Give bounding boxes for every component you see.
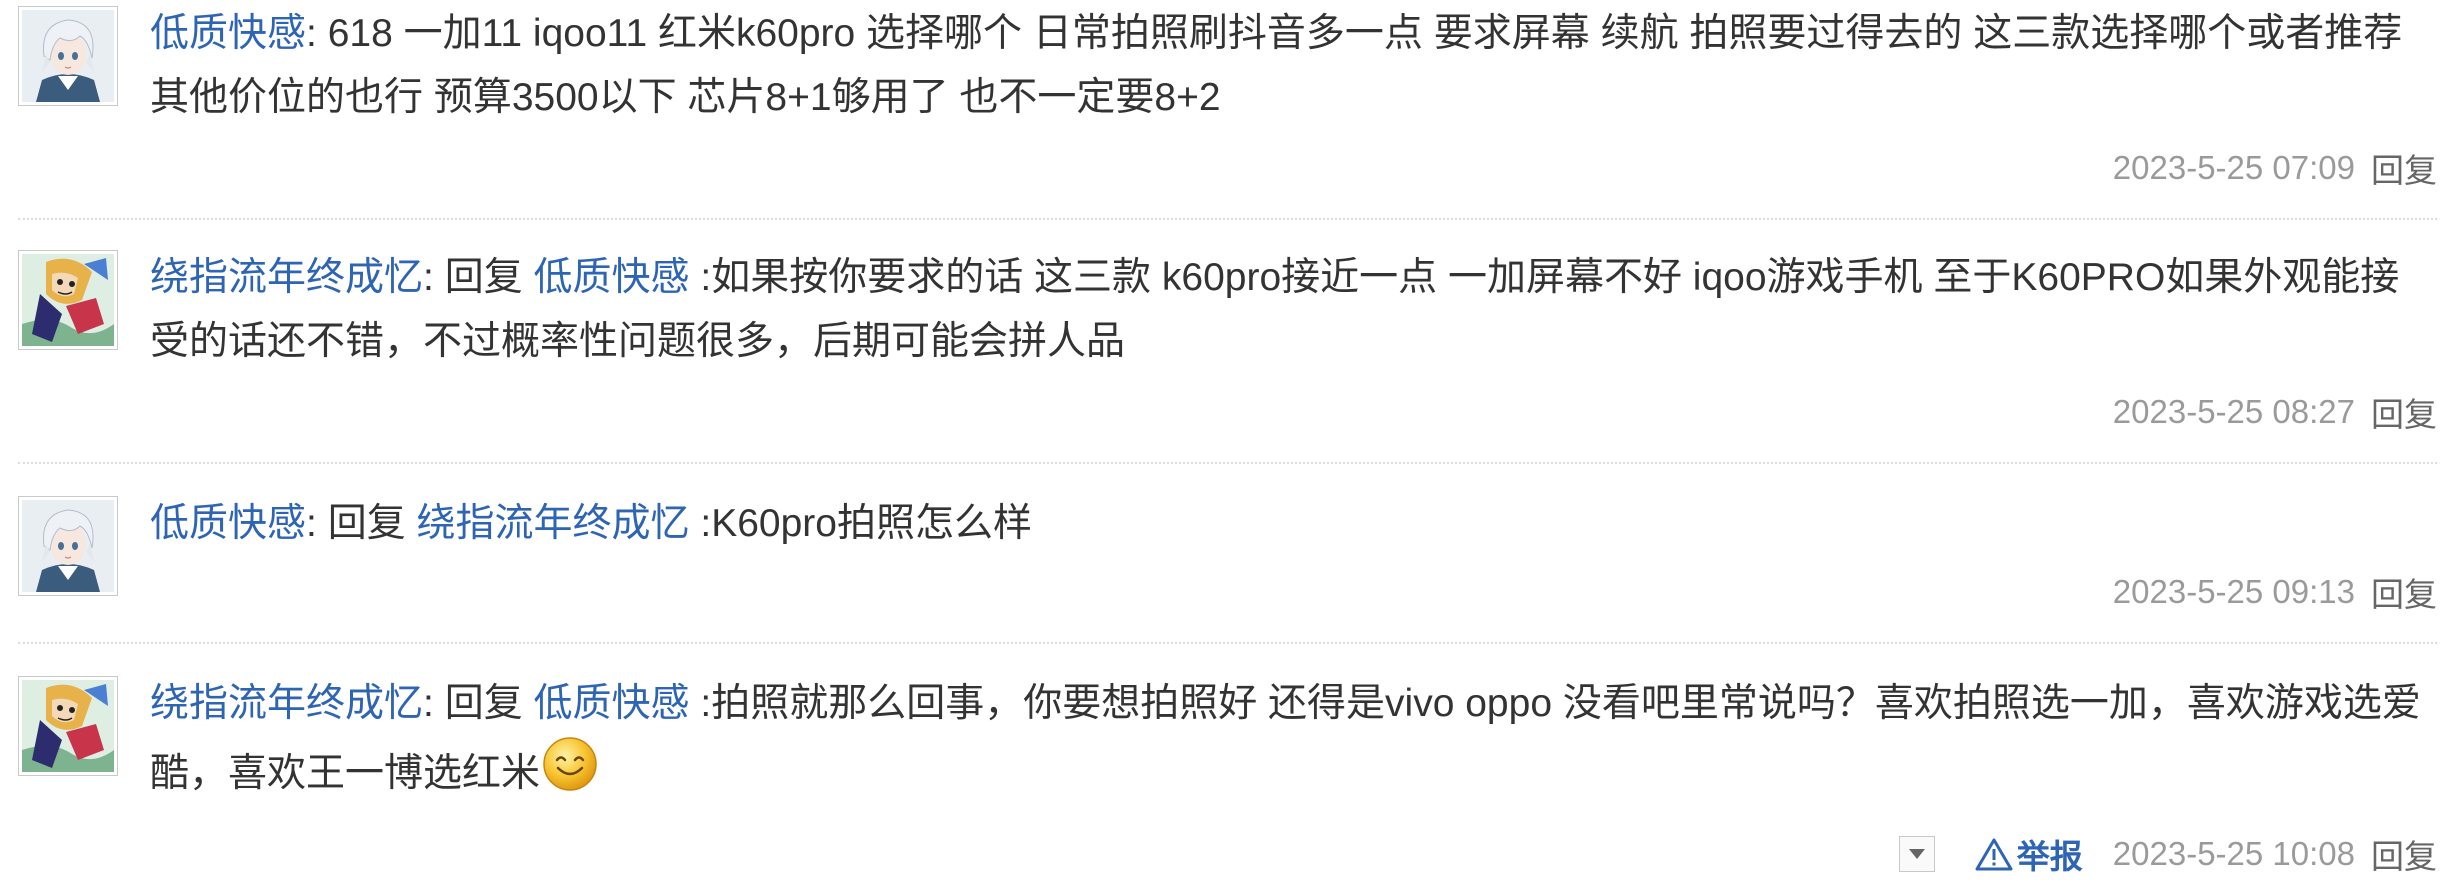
avatar-anime-white-hair-icon: [22, 10, 114, 102]
reply-target-link[interactable]: 低质快感: [534, 682, 690, 725]
colon: :: [306, 502, 317, 545]
reply-button[interactable]: 回复: [2371, 568, 2437, 616]
avatar[interactable]: [18, 6, 118, 106]
reply-button[interactable]: 回复: [2371, 388, 2437, 436]
username-link[interactable]: 低质快感: [150, 502, 306, 545]
timestamp: 2023-5-25 09:13: [2112, 573, 2355, 610]
timestamp: 2023-5-25 10:08: [2112, 835, 2355, 872]
avatar[interactable]: [18, 496, 118, 596]
divider: [18, 218, 2437, 220]
reply-meta: 2023-5-25 08:27 回复: [2113, 388, 2437, 436]
reply-button[interactable]: 回复: [2371, 144, 2437, 192]
reply-prefix: 回复: [433, 682, 534, 725]
report-label: 举报: [2016, 838, 2083, 875]
colon: :: [306, 12, 317, 55]
reply-prefix: 回复: [316, 502, 417, 545]
username-link[interactable]: 低质快感: [150, 12, 306, 55]
divider: [18, 642, 2437, 644]
reply-thread: 低质快感: 618 一加11 iqoo11 红米k60pro 选择哪个 日常拍照…: [0, 0, 2445, 893]
reply-content: 低质快感: 618 一加11 iqoo11 红米k60pro 选择哪个 日常拍照…: [150, 2, 2425, 130]
reply-content: 绕指流年终成忆: 回复 低质快感 :如果按你要求的话 这三款 k60pro接近一…: [150, 246, 2425, 374]
timestamp: 2023-5-25 07:09: [2112, 149, 2355, 186]
avatar[interactable]: [18, 250, 118, 350]
timestamp: 2023-5-25 08:27: [2112, 393, 2355, 430]
warning-icon: [1975, 838, 2013, 871]
reply-button[interactable]: 回复: [2371, 830, 2437, 878]
divider: [18, 462, 2437, 464]
reply-target-link[interactable]: 低质快感: [534, 256, 690, 299]
avatar[interactable]: [18, 676, 118, 776]
username-link[interactable]: 绕指流年终成忆: [150, 682, 423, 725]
chevron-down-icon: [1908, 849, 1925, 859]
reply-content: 绕指流年终成忆: 回复 低质快感 :拍照就那么回事，你要想拍照好 还得是vivo…: [150, 672, 2425, 812]
reply-meta: 2023-5-25 09:13 回复: [2113, 568, 2437, 616]
report-button[interactable]: 举报: [1975, 830, 2083, 878]
smile-emoji-icon: [542, 736, 598, 812]
more-dropdown-button[interactable]: [1898, 836, 1935, 872]
reply-prefix: 回复: [433, 256, 534, 299]
reply-text: 618 一加11 iqoo11 红米k60pro 选择哪个 日常拍照刷抖音多一点…: [150, 12, 2403, 119]
colon: :: [423, 256, 434, 299]
reply-target-link[interactable]: 绕指流年终成忆: [417, 502, 690, 545]
reply-meta: 举报 2023-5-25 10:08 回复: [1898, 830, 2437, 878]
colon: :: [423, 682, 434, 725]
avatar-anime-white-hair-icon: [22, 500, 114, 592]
username-link[interactable]: 绕指流年终成忆: [150, 256, 423, 299]
avatar-cartoon-character-icon: [22, 680, 114, 772]
avatar-cartoon-character-icon: [22, 254, 114, 346]
reply-text: :K60pro拍照怎么样: [689, 502, 1032, 545]
reply-meta: 2023-5-25 07:09 回复: [2113, 144, 2437, 192]
reply-content: 低质快感: 回复 绕指流年终成忆 :K60pro拍照怎么样: [150, 492, 2425, 556]
